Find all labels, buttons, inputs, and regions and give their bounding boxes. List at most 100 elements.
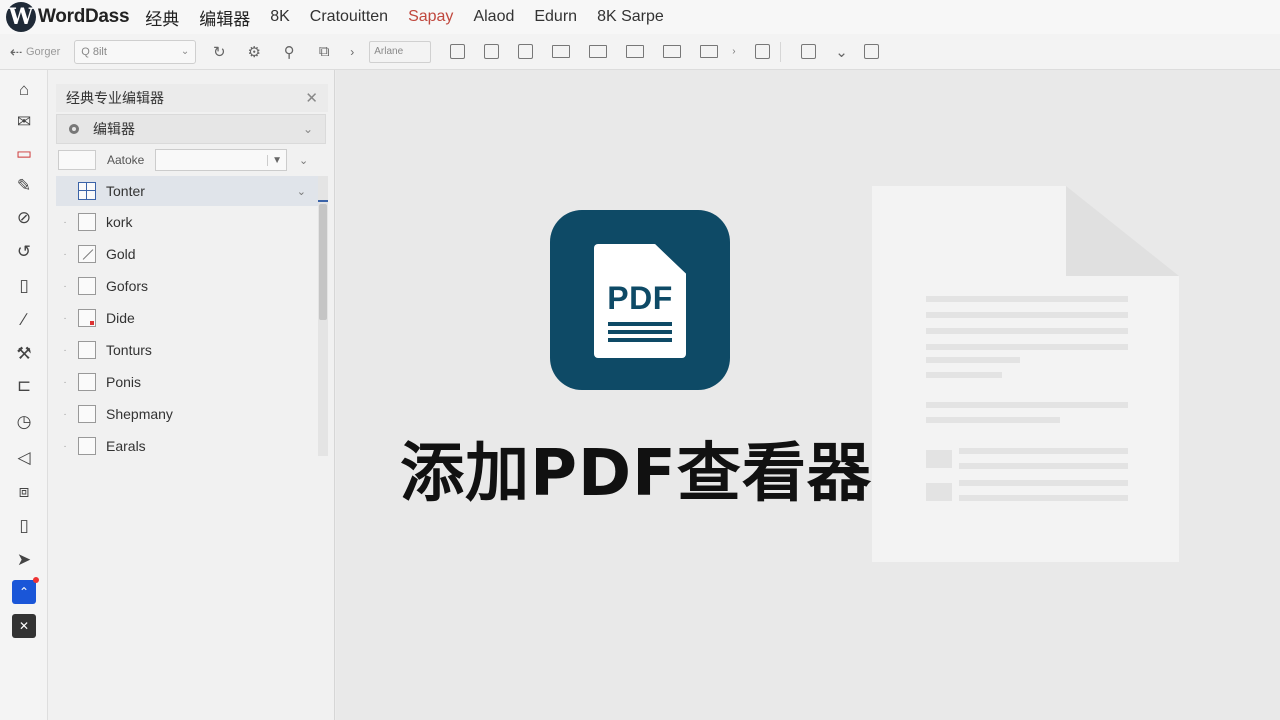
editor-select[interactable]: 编辑器 ⌄ (56, 114, 326, 144)
tools-icon[interactable]: ⚒ (12, 342, 36, 366)
pdf-icon-label: PDF (607, 280, 673, 316)
list-item-label: Tonturs (106, 342, 152, 358)
send-icon[interactable]: ➤ (12, 548, 36, 572)
bookmark-icon[interactable]: ▯ (12, 514, 36, 538)
media-icon[interactable] (700, 45, 719, 58)
file-icon[interactable] (518, 44, 534, 59)
list-item[interactable]: Tonter ⌄ (56, 176, 322, 206)
close-icon-panel[interactable]: ✕ (305, 89, 318, 107)
list-item[interactable]: · Shepmany (56, 398, 322, 430)
document-fold (1066, 186, 1179, 276)
clock-icon[interactable]: ◷ (12, 410, 36, 434)
chevron-down-icon-select: ⌄ (302, 122, 313, 136)
list-item-label: Gofors (106, 278, 149, 294)
history-icon[interactable]: ↺ (12, 240, 36, 264)
search-input[interactable]: Q 8ilt ⌄ (74, 39, 197, 64)
bullet-icon: · (63, 408, 67, 420)
list-item[interactable]: · Gofors (56, 270, 322, 302)
menu-item-editor[interactable]: 编辑器 (199, 5, 250, 30)
document-icon[interactable] (484, 44, 500, 59)
box-icon[interactable]: ⧈ (12, 480, 36, 504)
block-icon (78, 405, 96, 423)
list-item-label: kork (106, 214, 133, 230)
refresh-icon[interactable]: ↻ (207, 40, 231, 64)
block-icon (78, 213, 96, 231)
chevron-down-icon-filter[interactable]: ⌄ (299, 154, 308, 167)
filter-row: Aatoke ▼ ⌄ (58, 148, 328, 172)
panel-title: 经典专业编辑器 (66, 90, 164, 106)
crop-icon[interactable]: ⊏ (12, 374, 36, 398)
monitor-icon[interactable] (552, 45, 571, 58)
list-item-label: Shepmany (106, 406, 173, 422)
clipboard-icon[interactable] (863, 44, 879, 59)
play-icon[interactable]: ◁ (12, 446, 36, 470)
menu-item-sapay[interactable]: Sapay (408, 8, 453, 26)
editor-select-value: 编辑器 (93, 121, 135, 137)
bullet-icon: · (63, 376, 67, 388)
list-item-label: Tonter (106, 183, 145, 199)
screen-icon[interactable] (626, 45, 645, 58)
chevron-right-icon: › (350, 44, 355, 59)
pen-icon[interactable]: ∕ (12, 308, 36, 332)
menu-item-edurn[interactable]: Edurn (534, 8, 577, 26)
menu-item-8k[interactable]: 8K (270, 8, 290, 26)
menu-item-alaod[interactable]: Alaod (473, 8, 514, 26)
block-icon (78, 309, 96, 327)
chevron-down-icon-toolbar[interactable]: ⌄ (830, 40, 854, 64)
scrollbar-thumb[interactable] (319, 204, 327, 320)
layout-icon[interactable]: ▭ (12, 142, 36, 166)
folder-icon[interactable] (663, 45, 682, 58)
panel-scrollbar[interactable] (318, 176, 328, 456)
app-name: WordDass (38, 6, 130, 27)
bullet-icon: · (63, 248, 67, 260)
list-item[interactable]: · Dide (56, 302, 322, 334)
filter-checkbox[interactable] (58, 150, 96, 170)
menu-item-cratouitten[interactable]: Cratouitten (310, 8, 388, 26)
block-icon (78, 277, 96, 295)
table-icon (78, 182, 96, 200)
list-item-label: Ponis (106, 374, 142, 390)
list-item[interactable]: · Earals (56, 430, 322, 462)
list-item[interactable]: · Ponis (56, 366, 322, 398)
list-item[interactable]: · Gold (56, 238, 322, 270)
menu-item-classic[interactable]: 经典 (145, 5, 179, 30)
list-item-label: Dide (106, 310, 135, 326)
list-item[interactable]: · Tonturs (56, 334, 322, 366)
home-icon[interactable]: ⌂ (12, 78, 36, 102)
block-icon[interactable]: ⊘ (12, 206, 36, 230)
image-icon (78, 245, 96, 263)
side-panel: 经典专业编辑器 ✕ 编辑器 ⌄ Aatoke ▼ ⌄ Tonter ⌄ · ko… (48, 70, 335, 720)
bullet-icon: · (63, 312, 67, 324)
save-icon[interactable] (800, 44, 816, 59)
back-arrow-icon[interactable]: ⇠ (8, 40, 24, 64)
mail-icon[interactable]: ✉ (12, 110, 36, 134)
brush-icon[interactable]: ✎ (12, 174, 36, 198)
filter-dropdown[interactable]: ▼ (155, 149, 287, 171)
layout-field[interactable]: Arlane (369, 40, 432, 63)
chevron-down-icon-tree[interactable]: ⌄ (297, 185, 306, 198)
search-text: Q 8ilt (81, 45, 107, 58)
filter-label: Aatoke (107, 153, 145, 167)
user-icon[interactable]: ⌃ (12, 577, 39, 604)
window-icon[interactable] (589, 45, 608, 58)
link-icon[interactable]: ⚲ (277, 40, 301, 64)
note-icon[interactable]: ▯ (12, 274, 36, 298)
page-title: 添加PDF查看器 (400, 437, 872, 511)
list-item-label: Earals (106, 438, 146, 454)
settings-icon[interactable]: ⚙ (242, 40, 266, 64)
close-icon[interactable]: ✕ (12, 614, 36, 638)
pdf-file-icon: PDF (550, 210, 730, 390)
copy-icon[interactable]: ⧉ (312, 40, 336, 64)
bullet-icon: · (63, 216, 67, 228)
block-icon (78, 373, 96, 391)
grid-icon[interactable] (754, 44, 770, 59)
chevron-right-icon-2: › (732, 46, 736, 57)
bullet-icon: · (63, 344, 67, 356)
list-item[interactable]: · kork (56, 206, 322, 238)
dropdown-arrow-icon: ▼ (267, 154, 282, 166)
back-label[interactable]: Gorger (26, 46, 60, 58)
page-icon[interactable] (450, 44, 466, 59)
app-logo[interactable]: W WordDass (6, 2, 130, 32)
menu-item-8k-sarpe[interactable]: 8K Sarpe (597, 8, 664, 26)
bullet-icon: · (63, 280, 67, 292)
